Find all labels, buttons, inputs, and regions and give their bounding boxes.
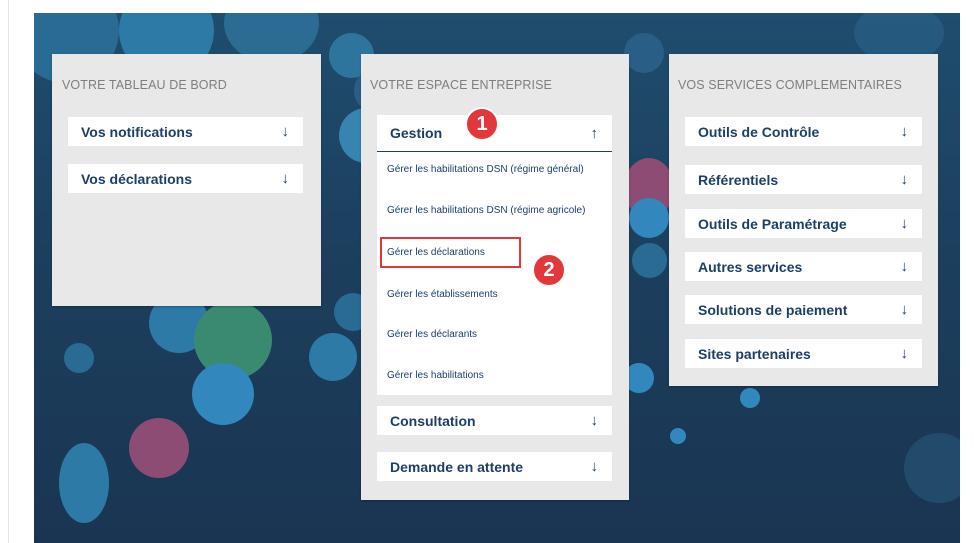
highlight-box — [380, 237, 521, 268]
submenu-gerer-etablissements[interactable]: Gérer les établissements — [387, 290, 587, 300]
menu-item-label: Outils de Paramétrage — [698, 215, 847, 232]
arrow-down-icon: ↓ — [590, 412, 599, 429]
menu-item-label: Autres services — [698, 258, 803, 275]
arrow-down-icon: ↓ — [590, 458, 599, 475]
menu-item-outils-de-controle[interactable]: Outils de Contrôle ↓ — [685, 117, 922, 146]
decorative-bubble — [740, 388, 760, 408]
decorative-bubble — [64, 343, 94, 373]
arrow-down-icon: ↓ — [900, 171, 909, 188]
submenu-gerer-habilitations-dsn-general[interactable]: Gérer les habilitations DSN (régime géné… — [387, 165, 587, 175]
menu-item-vos-declarations[interactable]: Vos déclarations ↓ — [68, 164, 303, 193]
decorative-bubble — [624, 33, 664, 73]
dashboard-panel: VOTRE TABLEAU DE BORD Vos notifications … — [52, 54, 321, 306]
decorative-bubble — [129, 418, 189, 478]
submenu-gerer-habilitations[interactable]: Gérer les habilitations — [387, 371, 587, 381]
menu-item-autres-services[interactable]: Autres services ↓ — [685, 252, 922, 281]
decorative-bubble — [192, 363, 254, 425]
services-panel: VOS SERVICES COMPLEMENTAIRES Outils de C… — [669, 54, 938, 386]
step-1-badge: 1 — [465, 107, 499, 141]
decorative-bubble — [629, 198, 669, 238]
step-2-badge: 2 — [532, 253, 566, 287]
menu-item-label: Vos notifications — [81, 123, 193, 140]
menu-item-label: Outils de Contrôle — [698, 123, 820, 140]
menu-item-outils-de-parametrage[interactable]: Outils de Paramétrage ↓ — [685, 209, 922, 238]
arrow-down-icon: ↓ — [900, 123, 909, 140]
arrow-down-icon: ↓ — [900, 345, 909, 362]
decorative-bubble — [309, 333, 357, 381]
gestion-expanded-menu: Gestion ↑ Gérer les habilitations DSN (r… — [377, 115, 612, 395]
menu-item-demande-en-attente[interactable]: Demande en attente ↓ — [377, 452, 612, 481]
submenu-gerer-habilitations-dsn-agricole[interactable]: Gérer les habilitations DSN (régime agri… — [387, 206, 587, 216]
menu-item-label: Consultation — [390, 412, 476, 429]
arrow-down-icon: ↓ — [900, 258, 909, 275]
arrow-down-icon: ↓ — [281, 123, 290, 140]
menu-item-consultation[interactable]: Consultation ↓ — [377, 406, 612, 435]
menu-item-sites-partenaires[interactable]: Sites partenaires ↓ — [685, 339, 922, 368]
menu-item-referentiels[interactable]: Référentiels ↓ — [685, 165, 922, 194]
menu-item-label: Gestion — [390, 125, 443, 141]
left-divider — [8, 0, 9, 543]
arrow-down-icon: ↓ — [281, 170, 290, 187]
menu-item-vos-notifications[interactable]: Vos notifications ↓ — [68, 117, 303, 146]
arrow-down-icon: ↓ — [900, 301, 909, 318]
menu-item-label: Solutions de paiement — [698, 301, 848, 318]
decorative-bubble — [632, 243, 667, 278]
menu-item-label: Vos déclarations — [81, 170, 193, 187]
dashboard-panel-title: VOTRE TABLEAU DE BORD — [62, 78, 227, 92]
menu-item-solutions-de-paiement[interactable]: Solutions de paiement ↓ — [685, 295, 922, 324]
menu-item-label: Sites partenaires — [698, 345, 811, 362]
menu-item-label: Référentiels — [698, 171, 779, 188]
services-panel-title: VOS SERVICES COMPLEMENTAIRES — [678, 78, 902, 92]
arrow-up-icon: ↑ — [590, 124, 599, 142]
decorative-bubble — [59, 443, 109, 523]
menu-item-label: Demande en attente — [390, 458, 524, 475]
decorative-bubble — [904, 433, 960, 503]
submenu-gerer-declarants[interactable]: Gérer les déclarants — [387, 330, 587, 340]
arrow-down-icon: ↓ — [900, 215, 909, 232]
decorative-bubble — [670, 428, 686, 444]
enterprise-panel-title: VOTRE ESPACE ENTREPRISE — [370, 78, 552, 92]
